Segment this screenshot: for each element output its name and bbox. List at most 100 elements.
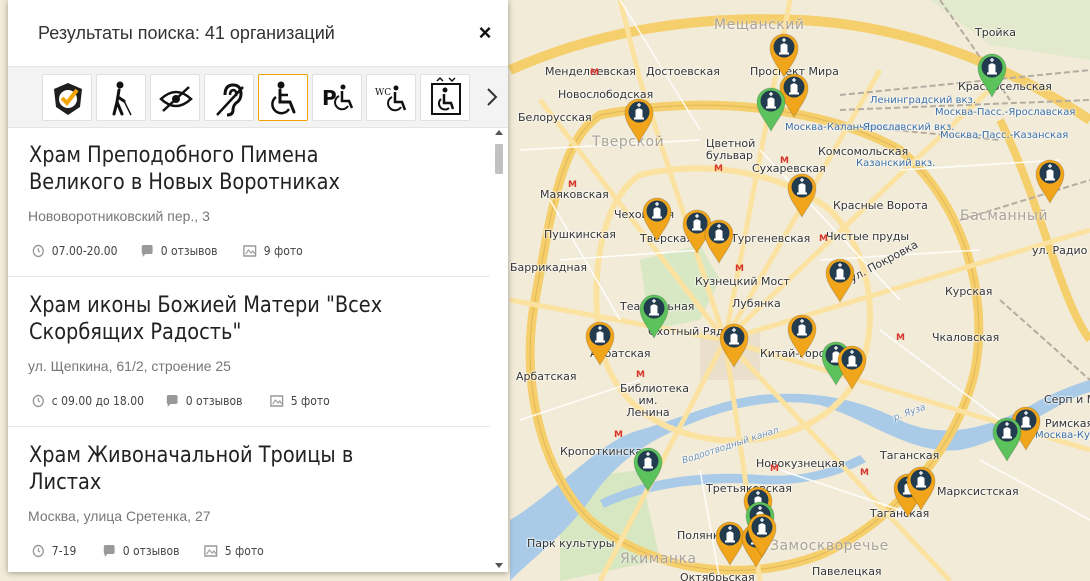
metro-icon: M <box>568 180 577 190</box>
metro-icon: M <box>780 156 789 166</box>
map-label: Тройка <box>975 26 1016 39</box>
church-marker-icon[interactable] <box>905 465 937 511</box>
disabled-parking-filter[interactable]: P <box>312 74 362 121</box>
hours-text: 7-19 <box>51 544 77 558</box>
map-label: Маяковская <box>540 188 609 201</box>
result-title[interactable]: Храм Преподобного Пимена Великого в Новы… <box>29 142 407 196</box>
church-marker-icon[interactable] <box>746 512 778 558</box>
church-marker-icon[interactable] <box>584 320 616 366</box>
photos-count[interactable]: 9 фото <box>243 244 303 258</box>
crossed-eye-icon <box>159 86 193 112</box>
map-label: Чкаловская <box>932 331 1000 344</box>
reviews-count[interactable]: 0 отзывов <box>140 244 218 258</box>
church-marker-icon[interactable] <box>632 446 664 492</box>
close-button[interactable]: × <box>476 22 494 44</box>
clock-icon <box>32 244 44 258</box>
map-label: Кузнецкий Мост <box>695 275 790 288</box>
map-label: Арбатская <box>516 370 577 383</box>
clock-icon <box>32 544 44 558</box>
reviews-count[interactable]: 0 отзывов <box>165 394 243 408</box>
accessibility-filter-bar: P WC <box>8 66 508 128</box>
image-icon <box>270 395 284 407</box>
all-organizations-filter[interactable] <box>42 74 92 121</box>
map-label: Тургеневская <box>731 232 811 245</box>
hearing-impaired-filter[interactable] <box>204 74 254 121</box>
map-label: Библиотека им. Ленина <box>620 382 689 419</box>
church-marker-icon[interactable] <box>836 344 868 390</box>
church-marker-icon[interactable] <box>703 218 735 264</box>
map-label: Москва-Пасс.-Ярославская <box>935 107 1076 118</box>
map-label: Комсомольская <box>818 145 909 158</box>
reviews-count[interactable]: 0 отзывов <box>102 544 180 558</box>
church-marker-icon[interactable] <box>786 313 818 359</box>
accessible-toilet-filter[interactable]: WC <box>366 74 416 121</box>
comment-icon <box>103 545 115 557</box>
church-marker-icon[interactable] <box>991 416 1023 462</box>
image-icon <box>204 545 218 557</box>
map-label: Ярославский вкз. <box>863 122 955 133</box>
photos-text: 5 фото <box>224 544 264 558</box>
divider <box>8 426 490 427</box>
district-label-basmanny: Басманный <box>960 208 1048 224</box>
results-list: Храм Преподобного Пимена Великого в Новы… <box>8 128 508 572</box>
result-item[interactable]: Храм иконы Божией Матери "Всех Скорбящих… <box>8 278 490 428</box>
church-marker-icon[interactable] <box>976 52 1008 98</box>
map-label: Октябрьская <box>680 571 755 581</box>
map-label: Замоскворечье <box>770 538 889 554</box>
comment-icon <box>141 245 153 257</box>
scroll-down-arrow[interactable] <box>495 563 503 568</box>
wheelchair-filter[interactable] <box>258 74 308 121</box>
result-item[interactable]: Храм Живоначальной Троицы в Листах Москв… <box>8 428 490 572</box>
clock-icon <box>32 394 44 408</box>
church-marker-icon[interactable] <box>641 196 673 242</box>
map-label: Серп и Молот <box>1044 393 1090 406</box>
visually-impaired-filter[interactable] <box>150 74 200 121</box>
map-label: Белорусская <box>518 111 592 124</box>
map-label: Достоевская <box>646 65 720 78</box>
church-marker-icon[interactable] <box>1034 158 1066 204</box>
wc-wheelchair-icon: WC <box>375 85 407 112</box>
parking-wheelchair-icon: P <box>322 84 354 111</box>
blind-filter[interactable] <box>96 74 146 121</box>
opening-hours: 07.00-20.00 <box>32 244 118 258</box>
reviews-text: 0 отзывов <box>160 244 218 258</box>
wheelchair-icon <box>271 81 296 115</box>
church-marker-icon[interactable] <box>623 97 655 143</box>
result-item[interactable]: Храм Преподобного Пимена Великого в Новы… <box>8 128 490 278</box>
photos-count[interactable]: 5 фото <box>204 544 264 558</box>
checkmark-badge-icon <box>54 83 82 115</box>
chevron-right-icon[interactable] <box>484 85 500 109</box>
panel-header: Результаты поиска: 41 организаций × <box>8 0 508 66</box>
district-label-meshchansky: Мещанский <box>714 17 805 33</box>
church-marker-icon[interactable] <box>786 172 818 218</box>
metro-icon: M <box>770 464 779 474</box>
elevator-filter[interactable] <box>420 74 470 121</box>
metro-icon: M <box>819 234 828 244</box>
lift-wheelchair-icon <box>431 76 461 115</box>
svg-text:P: P <box>322 86 337 110</box>
metro-icon: M <box>614 430 623 440</box>
comment-icon <box>166 395 178 407</box>
search-results-panel: Результаты поиска: 41 организаций × P WC… <box>8 0 508 572</box>
church-marker-icon[interactable] <box>718 322 750 368</box>
result-address: Москва, улица Сретенка, 27 <box>28 508 211 524</box>
church-marker-icon[interactable] <box>755 86 787 132</box>
map-label: Красные Ворота <box>833 199 928 212</box>
scroll-up-arrow[interactable] <box>495 130 503 135</box>
map-label: Курская <box>945 285 993 298</box>
metro-icon: M <box>860 468 869 478</box>
map-label: Пушкинская <box>544 228 616 241</box>
map-label: Таганская <box>880 449 940 462</box>
photos-count[interactable]: 5 фото <box>270 394 330 408</box>
hours-text: с 09.00 до 18.00 <box>51 394 144 408</box>
result-title[interactable]: Храм иконы Божией Матери "Всех Скорбящих… <box>29 292 407 346</box>
map-label: Москва-Курская <box>1035 430 1090 441</box>
metro-icon: M <box>636 370 645 380</box>
church-marker-icon[interactable] <box>824 257 856 303</box>
map-label: Ленинградский вкз. <box>870 95 977 106</box>
result-address: Нововоротниковский пер., 3 <box>28 208 210 224</box>
results-scrollbar[interactable] <box>492 128 506 572</box>
scroll-thumb[interactable] <box>495 144 503 174</box>
church-marker-icon[interactable] <box>638 293 670 339</box>
result-title[interactable]: Храм Живоначальной Троицы в Листах <box>29 442 407 496</box>
